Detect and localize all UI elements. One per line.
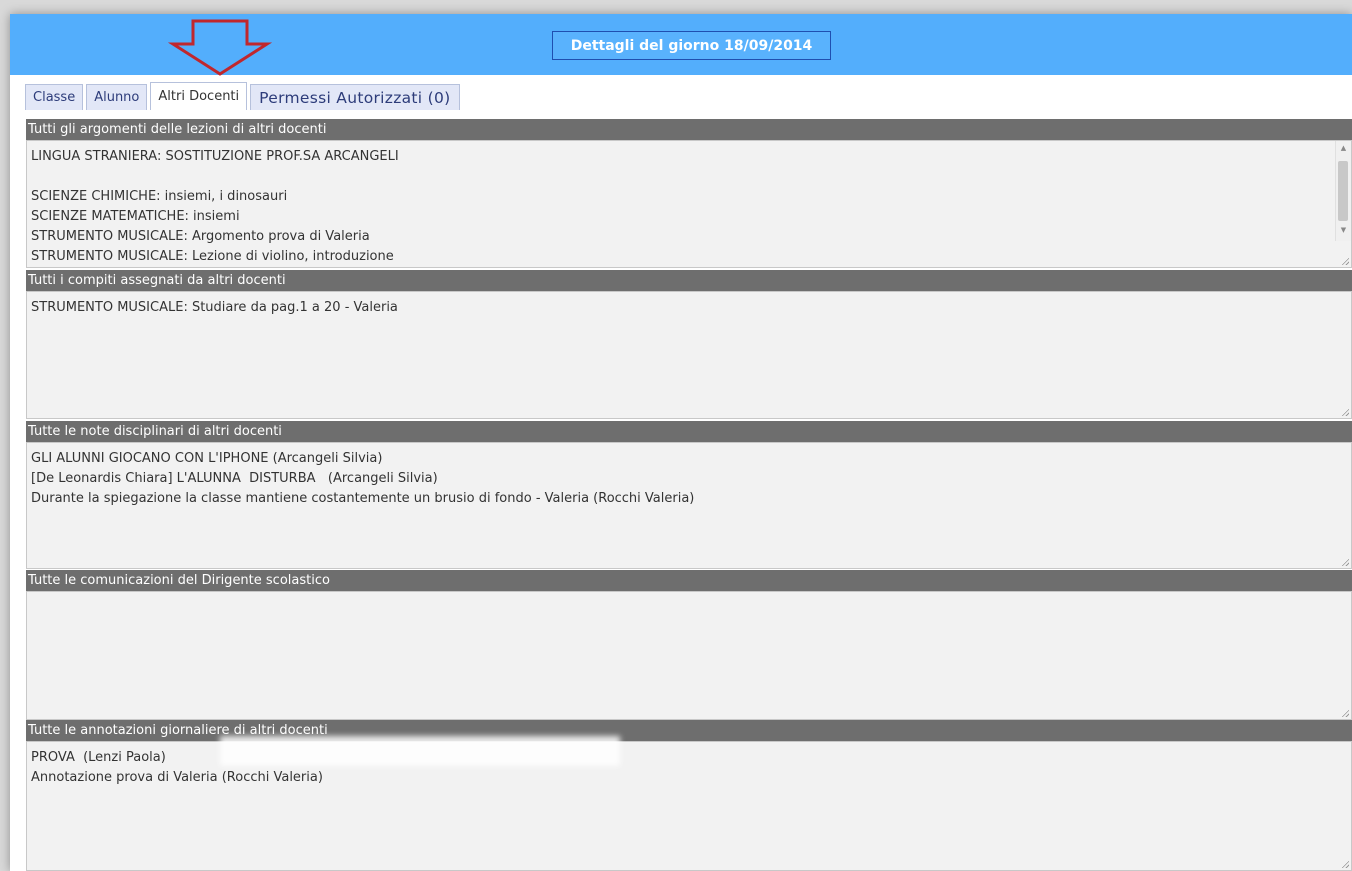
section-header-argomenti: Tutti gli argomenti delle lezioni di alt…	[26, 119, 1352, 140]
text-line: GLI ALUNNI GIOCANO CON L'IPHONE (Arcange…	[31, 451, 383, 466]
resize-grip-icon[interactable]	[1341, 408, 1349, 416]
section-header-comunicazioni: Tutte le comunicazioni del Dirigente sco…	[26, 570, 1352, 591]
section-header-note: Tutte le note disciplinari di altri doce…	[26, 421, 1352, 442]
resize-grip-icon[interactable]	[1341, 558, 1349, 566]
resize-grip-icon[interactable]	[1341, 257, 1349, 265]
resize-grip-icon[interactable]	[1341, 709, 1349, 717]
text-line: STRUMENTO MUSICALE: Studiare da pag.1 a …	[31, 300, 398, 315]
tab-permessi-autorizzati[interactable]: Permessi Autorizzati (0)	[250, 84, 460, 110]
text-line: STRUMENTO MUSICALE: Lezione di violino, …	[31, 249, 394, 264]
vertical-scrollbar[interactable]: ▲ ▼	[1335, 141, 1351, 241]
scroll-down-arrow-icon[interactable]: ▼	[1336, 223, 1351, 237]
text-line: SCIENZE CHIMICHE: insiemi, i dinosauri	[31, 189, 288, 204]
textarea-compiti[interactable]: STRUMENTO MUSICALE: Studiare da pag.1 a …	[26, 291, 1352, 419]
dialog-window: Dettagli del giorno 18/09/2014 Classe Al…	[10, 14, 1352, 871]
down-arrow-icon	[167, 19, 273, 76]
textarea-note[interactable]: GLI ALUNNI GIOCANO CON L'IPHONE (Arcange…	[26, 442, 1352, 569]
dialog-title: Dettagli del giorno 18/09/2014	[552, 31, 831, 60]
resize-grip-icon[interactable]	[1341, 860, 1349, 868]
textarea-comunicazioni[interactable]	[26, 591, 1352, 720]
tab-altri-docenti[interactable]: Altri Docenti	[150, 82, 248, 110]
text-line: Durante la spiegazione la classe mantien…	[31, 491, 695, 506]
tab-bar: Classe Alunno Altri Docenti Permessi Aut…	[25, 82, 463, 110]
text-line	[31, 167, 1331, 187]
title-bar: Dettagli del giorno 18/09/2014	[10, 14, 1352, 76]
text-line: SCIENZE MATEMATICHE: insiemi	[31, 209, 240, 224]
section-header-compiti: Tutti i compiti assegnati da altri docen…	[26, 270, 1352, 291]
text-line: [De Leonardis Chiara] L'ALUNNA DISTURBA …	[31, 471, 438, 486]
scroll-thumb[interactable]	[1338, 161, 1348, 221]
text-line: LINGUA STRANIERA: SOSTITUZIONE PROF.SA A…	[31, 149, 399, 164]
scroll-up-arrow-icon[interactable]: ▲	[1336, 141, 1351, 155]
tab-alunno[interactable]: Alunno	[86, 84, 148, 110]
text-line: STRUMENTO MUSICALE: Argomento prova di V…	[31, 229, 370, 244]
redaction-blur	[220, 736, 620, 766]
textarea-argomenti[interactable]: LINGUA STRANIERA: SOSTITUZIONE PROF.SA A…	[26, 140, 1352, 268]
text-line: Annotazione prova di Valeria (Rocchi Val…	[31, 770, 323, 785]
tab-classe[interactable]: Classe	[25, 84, 84, 110]
